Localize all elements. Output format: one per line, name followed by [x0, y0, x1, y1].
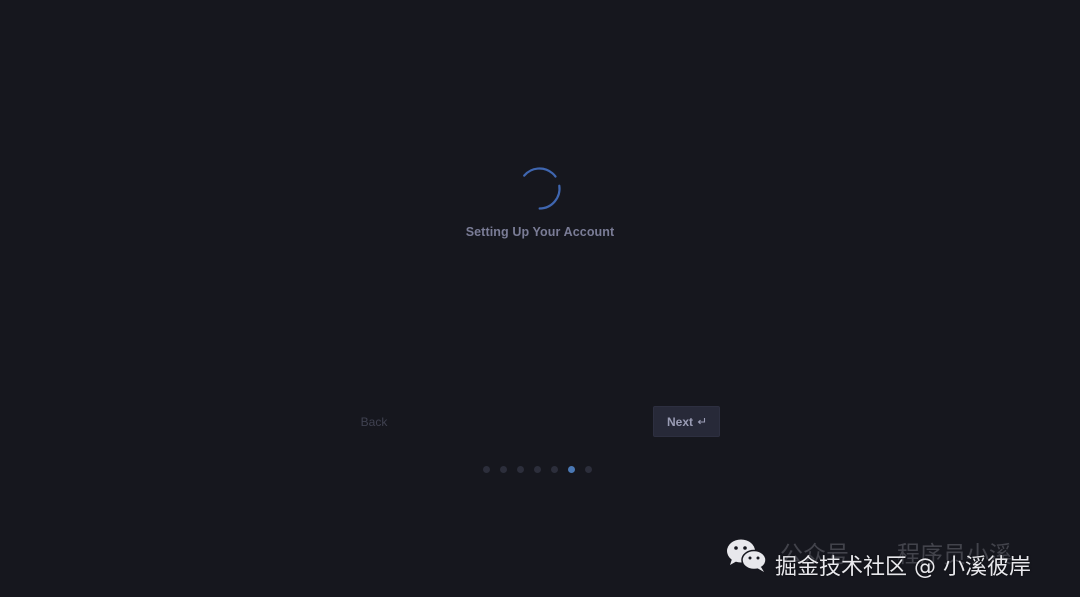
back-button[interactable]: Back — [352, 410, 396, 434]
step-dot-4[interactable] — [534, 465, 541, 473]
setup-status-text: Setting Up Your Account — [465, 225, 615, 239]
watermark: 公众号 程序员小溪 掘金技术社区 @ 小溪彼岸 — [725, 530, 1075, 590]
step-dot-7[interactable] — [585, 465, 592, 473]
step-dot-2[interactable] — [500, 465, 507, 473]
step-dot-5[interactable] — [551, 465, 558, 473]
next-button[interactable]: Next — [653, 406, 720, 437]
next-button-label: Next — [666, 414, 693, 429]
enter-key-icon — [697, 417, 706, 426]
step-dot-6-active[interactable] — [568, 465, 575, 473]
watermark-community-text: 掘金技术社区 @ 小溪彼岸 — [775, 555, 1031, 580]
loading-spinner-icon — [518, 167, 561, 210]
step-indicator — [483, 465, 592, 473]
step-dot-3[interactable] — [517, 465, 524, 473]
wechat-icon — [727, 539, 767, 572]
account-setup-screen: Setting Up Your Account Back Next 公众号 程序… — [0, 0, 1080, 597]
step-dot-1[interactable] — [483, 465, 490, 473]
